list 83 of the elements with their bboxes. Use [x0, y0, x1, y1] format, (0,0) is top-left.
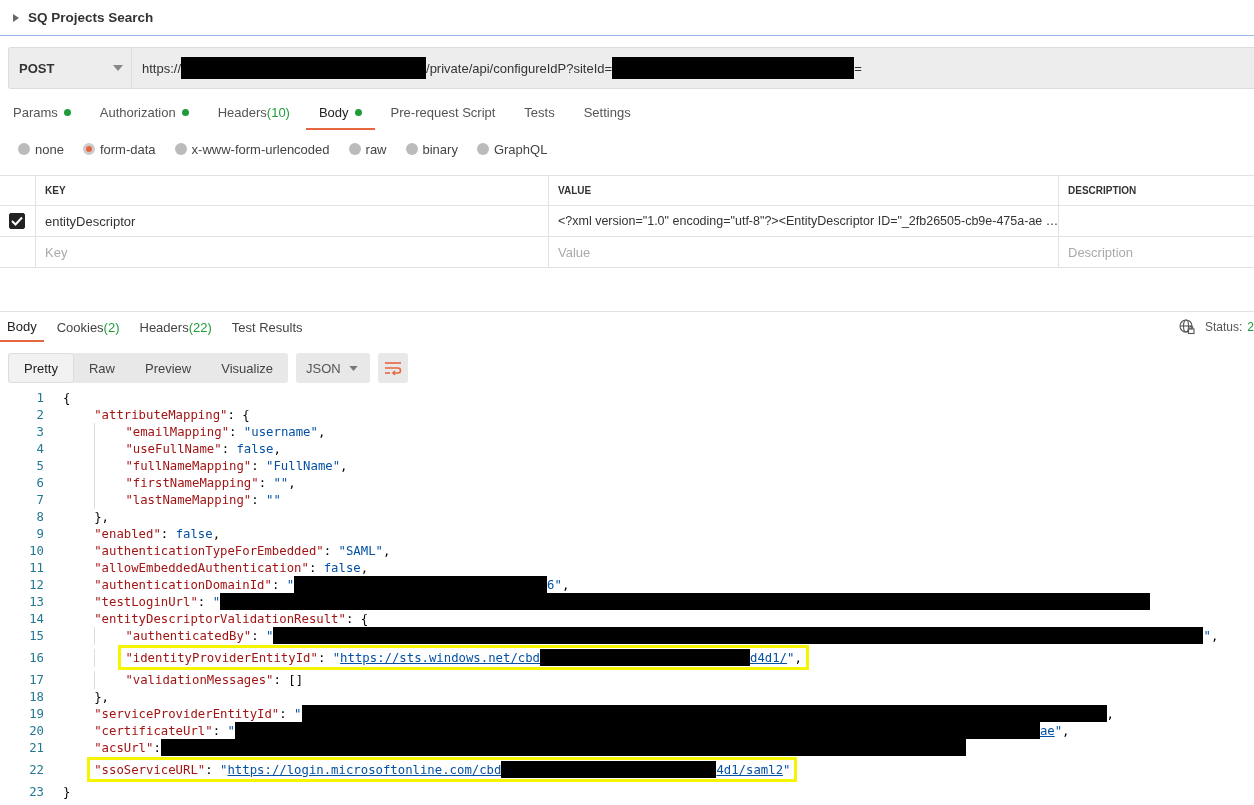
line-number: 17 — [28, 672, 44, 687]
response-tab[interactable]: Body — [0, 312, 44, 342]
line-number: 9 — [35, 526, 44, 541]
code-line: }, — [94, 688, 109, 706]
view-mode-tab[interactable]: Raw — [73, 353, 130, 383]
column-header: VALUE — [549, 176, 1059, 205]
code-line: "authenticatedBy": " ", — [125, 626, 1219, 645]
status-value: 2 — [1247, 320, 1254, 334]
request-tab[interactable]: Authorization — [99, 101, 202, 130]
code-line: "validationMessages": [] — [125, 671, 304, 689]
request-tab[interactable]: Body — [305, 101, 375, 130]
code-line: }, — [94, 508, 109, 526]
code-line: } — [63, 783, 71, 801]
line-number: 7 — [35, 492, 44, 507]
code-line: "useFullName": false, — [125, 440, 281, 458]
line-number: 8 — [35, 509, 44, 524]
body-type-radio[interactable]: form-data — [82, 141, 156, 157]
body-type-radio[interactable]: GraphQL — [476, 141, 548, 157]
line-number: 15 — [28, 628, 44, 643]
line-number: 13 — [28, 594, 44, 609]
request-tab[interactable]: Pre-request Script — [390, 101, 509, 130]
request-tab[interactable]: Tests — [524, 101, 568, 130]
value-field[interactable]: Value — [558, 244, 1058, 260]
line-number: 12 — [28, 577, 44, 592]
globe-icon[interactable] — [1178, 319, 1195, 335]
line-number: 4 — [35, 441, 44, 456]
line-number: 18 — [28, 689, 44, 704]
code-line: "enabled": false, — [94, 525, 221, 543]
line-number: 11 — [28, 560, 44, 575]
line-number: 6 — [35, 475, 44, 490]
code-line: "testLoginUrl": " — [94, 592, 1151, 611]
view-mode-tab[interactable]: Preview — [130, 353, 207, 383]
status-label: Status: — [1204, 320, 1243, 334]
view-mode-tab[interactable]: Visualize — [206, 353, 289, 383]
body-type-radio[interactable]: none — [18, 141, 64, 157]
code-line: "fullNameMapping": "FullName", — [125, 457, 348, 475]
line-number: 21 — [28, 740, 44, 755]
caret-icon[interactable] — [349, 365, 359, 371]
table-cell: entityDescriptor — [45, 213, 136, 229]
code-line: "entityDescriptorValidationResult": { — [94, 610, 369, 628]
response-tab[interactable]: Cookies(2) — [49, 312, 127, 342]
column-header: DESCRIPTION — [1067, 184, 1138, 198]
wrap-icon — [384, 361, 403, 375]
body-type-radio[interactable]: binary — [405, 141, 458, 157]
code-line: "serviceProviderEntityId": " , — [94, 704, 1114, 723]
line-number: 16 — [28, 650, 44, 665]
response-tab[interactable]: Headers(22) — [132, 312, 219, 342]
line-number: 5 — [35, 458, 44, 473]
line-number: 10 — [28, 543, 44, 558]
description-field[interactable]: Description — [1068, 244, 1254, 260]
code-line: "firstNameMapping": "", — [125, 474, 296, 492]
line-number: 2 — [35, 407, 44, 422]
line-number: 1 — [35, 390, 44, 405]
collection-title: SQ Projects Search — [28, 10, 154, 25]
column-header: KEY — [36, 176, 549, 205]
body-type-radio[interactable]: raw — [348, 141, 387, 157]
code-line: "certificateUrl": " ae", — [94, 721, 1070, 740]
code-line: "allowEmbeddedAuthentication": false, — [94, 559, 369, 577]
body-type-radio[interactable]: x-www-form-urlencoded — [174, 141, 330, 157]
code-line: "authenticationDomainId": " 6", — [94, 575, 570, 594]
response-tab[interactable]: Test Results — [224, 312, 310, 342]
code-line: "attributeMapping": { — [94, 406, 250, 424]
table-cell: <?xml version="1.0" encoding="utf-8"?><EntityDescriptor ID="_2fb26505-cb9e-475a-ae … — [558, 214, 1058, 228]
code-line: "emailMapping": "username", — [125, 423, 326, 441]
line-number: 19 — [28, 706, 44, 721]
view-mode-tab[interactable]: Pretty — [8, 353, 74, 383]
line-number: 20 — [28, 723, 44, 738]
code-line: "acsUrl": — [94, 738, 966, 757]
line-number: 23 — [28, 784, 44, 799]
wrap-button[interactable] — [378, 353, 409, 383]
line-number: 22 — [28, 762, 44, 777]
line-number: 14 — [28, 611, 44, 626]
caret-icon[interactable] — [13, 13, 19, 22]
line-number: 3 — [35, 424, 44, 439]
code-line: "authenticationTypeForEmbedded": "SAML", — [94, 542, 391, 560]
row-checkbox[interactable] — [9, 213, 25, 229]
request-tab[interactable]: Headers(10) — [217, 101, 303, 130]
code-line: { — [63, 389, 71, 407]
key-field[interactable]: Key — [45, 244, 548, 260]
format-dropdown[interactable]: JSON — [296, 353, 371, 383]
code-line: "lastNameMapping": "" — [125, 491, 281, 509]
request-tab[interactable]: Params — [13, 101, 84, 130]
request-tab[interactable]: Settings — [583, 101, 644, 130]
